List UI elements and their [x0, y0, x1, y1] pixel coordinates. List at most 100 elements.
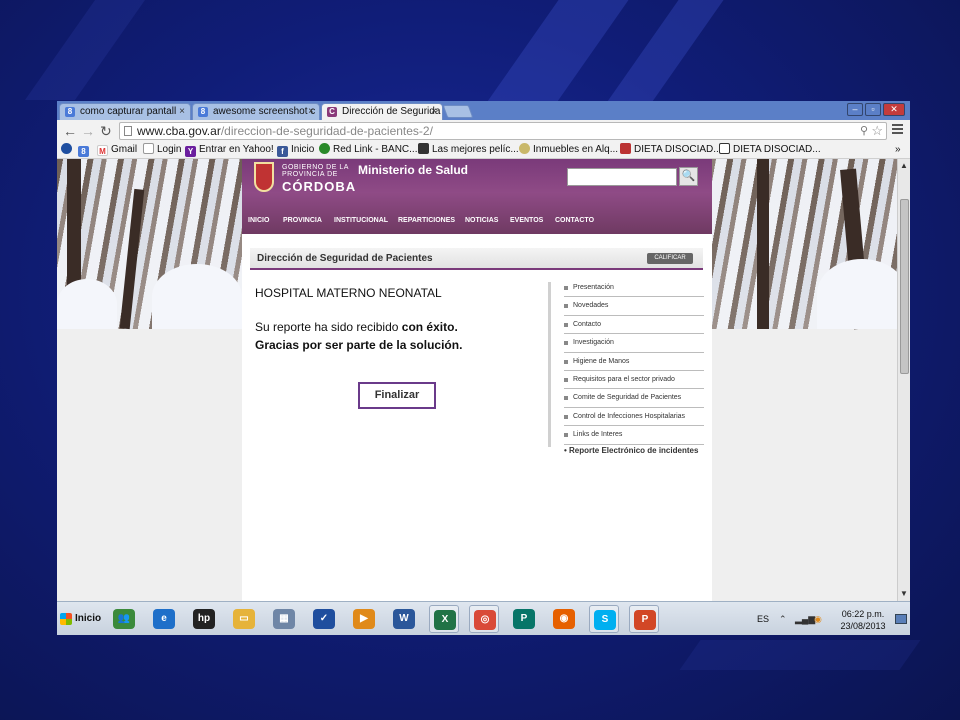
new-tab-button[interactable] — [442, 105, 474, 118]
browser-toolbar: ← → ↻ www.cba.gov.ar/direccion-de-seguri… — [57, 120, 910, 142]
tray-expand-icon[interactable]: ⌃ — [779, 614, 787, 625]
hamburger-menu-icon[interactable] — [892, 124, 903, 136]
hp-taskbar-button[interactable]: hp — [189, 605, 219, 633]
nav-eventos[interactable]: EVENTOS — [510, 217, 543, 224]
media-player-taskbar-button[interactable]: ▶ — [349, 605, 379, 633]
calificar-button[interactable]: CALIFICAR — [647, 253, 693, 264]
firefox-taskbar-button[interactable]: ◉ — [549, 605, 579, 633]
side-menu-item[interactable]: Investigación — [564, 334, 704, 353]
firefox-icon: ◉ — [553, 609, 575, 629]
excel-icon: X — [434, 610, 456, 630]
clock-date[interactable]: 23/08/2013 — [837, 621, 889, 631]
publisher-taskbar-button[interactable]: P — [509, 605, 539, 633]
nav-contacto[interactable]: CONTACTO — [555, 217, 594, 224]
word-icon: W — [393, 609, 415, 629]
search-icon[interactable]: 🔍 — [679, 167, 698, 186]
excel-taskbar-button[interactable]: X — [429, 605, 459, 633]
hp-icon: hp — [193, 609, 215, 629]
calculator-taskbar-button[interactable]: ▦ — [269, 605, 299, 633]
thanks-message: Gracias por ser parte de la solución. — [255, 338, 463, 352]
side-menu-item[interactable]: Novedades — [564, 297, 704, 316]
clock-time[interactable]: 06:22 p.m. — [837, 609, 889, 619]
powerpoint-taskbar-button[interactable]: P — [629, 605, 659, 633]
bookmarks-bar: 8 M Gmail Login Y Entrar en Yahoo! f Inicio… — [57, 142, 910, 159]
nav-institucional[interactable]: INSTITUCIONAL — [334, 217, 388, 224]
column-divider — [548, 282, 551, 447]
bookmark-star-icon[interactable]: ☆ — [871, 123, 883, 139]
search-icon[interactable]: ⚲ — [860, 123, 868, 139]
skype-icon: S — [594, 610, 616, 630]
side-menu-item[interactable]: Contacto — [564, 316, 704, 335]
word-taskbar-button[interactable]: W — [389, 605, 419, 633]
side-menu-item[interactable]: Links de Interes — [564, 426, 704, 445]
bookmark-item[interactable] — [61, 142, 75, 158]
background-streak — [601, 0, 724, 110]
bookmark-inmuebles[interactable]: Inmuebles en Alq... — [519, 142, 618, 158]
bookmark-login[interactable]: Login — [143, 142, 181, 158]
background-streak — [24, 0, 146, 100]
people-icon: 👥 — [113, 609, 135, 629]
bookmark-peliculas[interactable]: Las mejores pelíc... — [418, 142, 519, 158]
internet-explorer-taskbar-button[interactable]: e — [149, 605, 179, 633]
close-window-button[interactable]: ✕ — [883, 103, 905, 116]
checkmark-taskbar-button[interactable]: ✓ — [309, 605, 339, 633]
back-arrow-icon[interactable]: ← — [63, 123, 77, 139]
forward-arrow-icon[interactable]: → — [81, 123, 95, 139]
finalizar-button[interactable]: Finalizar — [358, 382, 436, 409]
close-icon[interactable]: × — [308, 104, 314, 119]
reload-icon[interactable]: ↻ — [100, 123, 112, 139]
ministry-title: Ministerio de Salud — [358, 163, 469, 177]
site-search-input[interactable] — [567, 168, 677, 186]
close-icon[interactable]: × — [431, 104, 437, 119]
gmail-icon: M — [97, 145, 108, 156]
side-menu-item[interactable]: Control de Infecciones Hospitalarias — [564, 408, 704, 427]
bookmark-item[interactable]: 8 — [78, 142, 92, 158]
scrollbar-thumb[interactable] — [900, 199, 909, 374]
bookmark-dieta-1[interactable]: DIETA DISOCIAD... — [620, 142, 722, 158]
language-indicator[interactable]: ES — [757, 614, 769, 624]
nav-noticias[interactable]: NOTICIAS — [465, 217, 498, 224]
google-plus-icon: 8 — [198, 107, 208, 117]
start-button[interactable]: Inicio — [59, 607, 103, 631]
chrome-taskbar-button[interactable]: ◎ — [469, 605, 499, 633]
address-bar[interactable]: www.cba.gov.ar/direccion-de-seguridad-de… — [119, 122, 887, 140]
avast-icon[interactable]: ◉ — [814, 614, 822, 625]
url-path: /direccion-de-seguridad-de-pacientes-2/ — [220, 124, 433, 138]
chrome-icon: ◎ — [474, 610, 496, 630]
maximize-button[interactable]: ▫ — [865, 103, 881, 116]
reporte-electronico-link[interactable]: • Reporte Electrónico de incidentes — [564, 445, 704, 456]
hospital-name: HOSPITAL MATERNO NEONATAL — [255, 286, 442, 300]
side-menu-item[interactable]: Comite de Seguridad de Pacientes — [564, 389, 704, 408]
nav-provincia[interactable]: PROVINCIA — [283, 217, 322, 224]
skype-taskbar-button[interactable]: S — [589, 605, 619, 633]
vertical-scrollbar[interactable]: ▲ ▼ — [897, 159, 910, 601]
network-icon[interactable]: ▂▄▆ — [795, 614, 815, 625]
side-menu-item[interactable]: Higiene de Manos — [564, 353, 704, 371]
confirmation-message: Su reporte ha sido recibido con éxito. — [255, 320, 458, 334]
windows-taskbar: Inicio 👥 e hp ▭ ▦ ✓ ▶ W X ◎ P ◉ S P ES ⌃ ▂▄▆ ◉ 06:22 … — [57, 601, 910, 635]
nav-reparticiones[interactable]: REPARTICIONES — [398, 217, 455, 224]
logo-line-3: CÓRDOBA — [282, 179, 357, 194]
show-desktop-button[interactable] — [895, 614, 907, 624]
internet-explorer-icon: e — [153, 609, 175, 629]
minimize-button[interactable]: – — [847, 103, 863, 116]
tab-como-capturar[interactable]: 8 como capturar pantall × — [59, 103, 191, 120]
nav-inicio[interactable]: INICIO — [248, 217, 269, 224]
tab-awesome-screenshot[interactable]: 8 awesome screenshot c × — [192, 103, 320, 120]
bookmark-red-link[interactable]: Red Link - BANC... — [319, 142, 417, 158]
side-menu-item[interactable]: Presentación — [564, 279, 704, 298]
side-menu-item[interactable]: Requisitos para el sector privado — [564, 371, 704, 390]
scroll-up-icon[interactable]: ▲ — [900, 161, 908, 170]
globe-icon — [61, 143, 72, 154]
bookmark-gmail[interactable]: M Gmail — [97, 142, 137, 158]
tab-direccion-seguridad[interactable]: C Dirección de Segurida × — [321, 103, 443, 120]
bookmark-inicio[interactable]: f Inicio — [277, 142, 314, 158]
close-icon[interactable]: × — [179, 104, 185, 119]
bookmark-dieta-2[interactable]: DIETA DISOCIAD... — [719, 142, 821, 158]
bookmarks-overflow[interactable]: » — [895, 142, 901, 158]
people-taskbar-button[interactable]: 👥 — [109, 605, 139, 633]
folder-taskbar-button[interactable]: ▭ — [229, 605, 259, 633]
scroll-down-icon[interactable]: ▼ — [900, 589, 908, 598]
bookmark-yahoo[interactable]: Y Entrar en Yahoo! — [185, 142, 274, 158]
page-icon — [124, 126, 132, 136]
